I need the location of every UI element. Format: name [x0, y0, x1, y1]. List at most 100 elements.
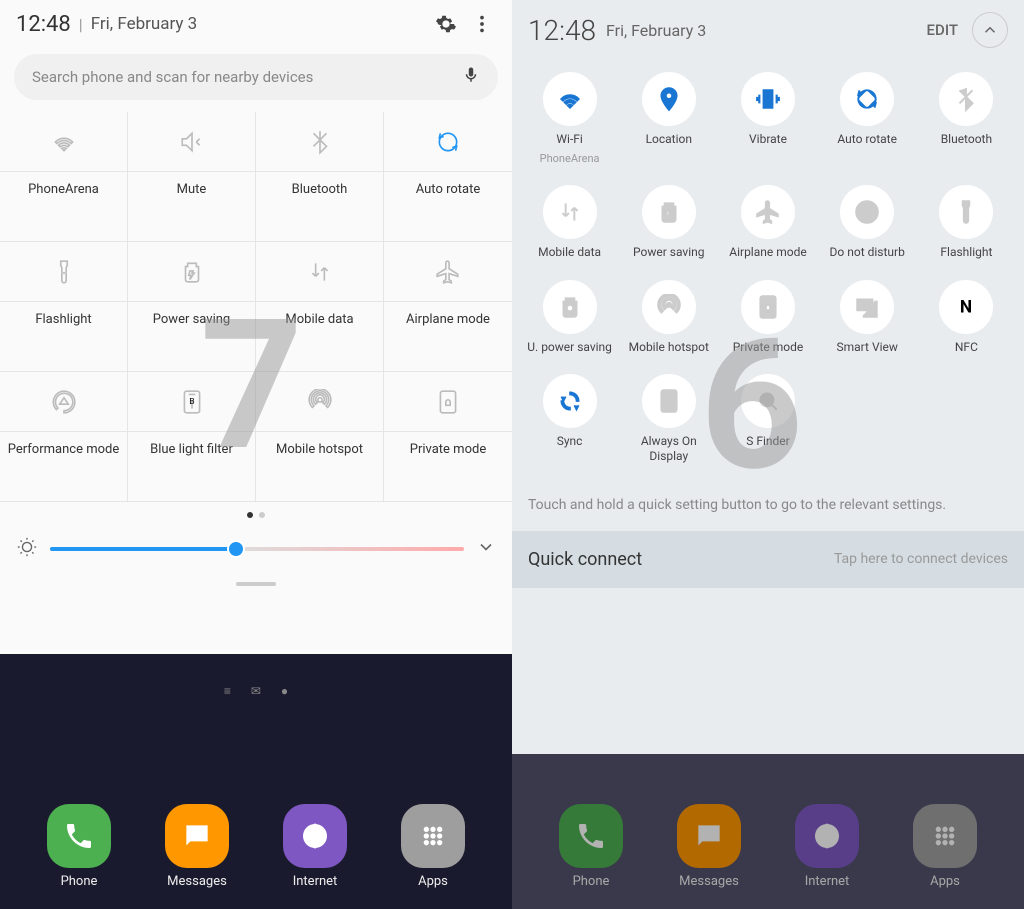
qs-tile-location[interactable]: Location [619, 64, 718, 177]
clock-time: 12:48 [16, 12, 71, 37]
dock-apps[interactable]: Apps [913, 804, 977, 889]
qs-tile-flashlight[interactable]: Flashlight [917, 177, 1016, 271]
qs-tile-label: Wi-Fi [556, 132, 582, 146]
status-header: 12:48 Fri, February 3 EDIT [512, 0, 1024, 60]
qs-tile-mobiledata[interactable]: Mobile data [256, 242, 384, 372]
edit-button[interactable]: EDIT [927, 21, 958, 39]
qs-tile-nfc[interactable]: NNFC [917, 272, 1016, 366]
mobiledata-icon [543, 185, 597, 239]
qs-tile-label: Mobile data [538, 245, 601, 259]
messages-icon [677, 804, 741, 868]
panel-android-7: 12:48 | Fri, February 3 Search phone and… [0, 0, 512, 909]
qs-tile-sync[interactable]: Sync [520, 366, 619, 475]
qs-tile-private[interactable]: Private mode [718, 272, 817, 366]
dock-messages[interactable]: Messages [165, 804, 229, 889]
autorotate-icon [840, 72, 894, 126]
qs-tile-airplane[interactable]: Airplane mode [718, 177, 817, 271]
vibrate-icon [741, 72, 795, 126]
sync-icon [543, 374, 597, 428]
upowersaving-icon [543, 280, 597, 334]
qs-tile-aod[interactable]: Always On Display [619, 366, 718, 475]
qs-tile-mute[interactable]: Mute [128, 112, 256, 242]
collapse-chevron-icon[interactable] [972, 12, 1008, 48]
dock-internet[interactable]: Internet [283, 804, 347, 889]
flashlight-icon [939, 185, 993, 239]
qs-tile-vibrate[interactable]: Vibrate [718, 64, 817, 177]
qs-tile-label: S Finder [746, 434, 789, 448]
internet-icon [795, 804, 859, 868]
phone-icon [559, 804, 623, 868]
qs-tile-wifi[interactable]: PhoneArena [0, 112, 128, 242]
qs-tile-label: Always On Display [621, 434, 716, 463]
qs-tile-label: Bluetooth [288, 172, 352, 209]
qs-tile-hotspot[interactable]: Mobile hotspot [256, 372, 384, 502]
hotspot-icon [642, 280, 696, 334]
pager-dots[interactable] [0, 502, 512, 528]
quick-connect-subtitle: Tap here to connect devices [834, 551, 1008, 567]
brightness-icon [16, 536, 38, 562]
qs-tile-label: Smart View [837, 340, 898, 354]
qs-tile-label: Blue light filter [146, 432, 237, 469]
more-icon[interactable] [468, 10, 496, 38]
powersaving-icon [642, 185, 696, 239]
dock-phone[interactable]: Phone [47, 804, 111, 889]
qs-tile-bluetooth[interactable]: Bluetooth [917, 64, 1016, 177]
qs-tile-hotspot[interactable]: Mobile hotspot [619, 272, 718, 366]
qs-tile-smartview[interactable]: Smart View [818, 272, 917, 366]
qs-tile-label: Bluetooth [941, 132, 992, 146]
qs-tile-upowersaving[interactable]: U. power saving [520, 272, 619, 366]
mic-icon[interactable] [462, 66, 480, 88]
qs-tile-autorotate[interactable]: Auto rotate [384, 112, 512, 242]
bluetooth-icon [256, 112, 383, 172]
flashlight-icon [0, 242, 127, 302]
powersaving-icon [128, 242, 255, 302]
qs-tile-bluetooth[interactable]: Bluetooth [256, 112, 384, 242]
qs-tile-performance[interactable]: Performance mode [0, 372, 128, 502]
qs-tile-label: Mobile hotspot [629, 340, 709, 354]
qs-tile-dnd[interactable]: Do not disturb [818, 177, 917, 271]
qs-tile-mobiledata[interactable]: Mobile data [520, 177, 619, 271]
dock-apps[interactable]: Apps [401, 804, 465, 889]
dock-internet[interactable]: Internet [795, 804, 859, 889]
expand-chevron-icon[interactable] [476, 537, 496, 561]
smartview-icon [840, 280, 894, 334]
clock-date: Fri, February 3 [91, 14, 198, 34]
qs-tile-label: Sync [557, 434, 583, 448]
svg-text:N: N [960, 297, 972, 317]
qs-tile-sfinder[interactable]: S Finder [718, 366, 817, 475]
brightness-slider[interactable] [50, 547, 464, 551]
qs-tile-label: Location [646, 132, 692, 146]
qs-tile-label: Mute [173, 172, 211, 209]
wifi-icon [0, 112, 127, 172]
brightness-row [0, 528, 512, 578]
pager-dot [259, 512, 265, 518]
bluetooth-icon [939, 72, 993, 126]
quick-connect-bar[interactable]: Quick connect Tap here to connect device… [512, 531, 1024, 588]
aod-icon [642, 374, 696, 428]
performance-icon [0, 372, 127, 432]
dock-label: Internet [293, 874, 338, 889]
apps-icon [913, 804, 977, 868]
dock: Phone Messages Internet Apps [512, 794, 1024, 899]
qs-tile-bluelight[interactable]: BBlue light filter [128, 372, 256, 502]
qs-tile-flashlight[interactable]: Flashlight [0, 242, 128, 372]
qs-tile-powersaving[interactable]: Power saving [128, 242, 256, 372]
search-placeholder: Search phone and scan for nearby devices [32, 68, 462, 86]
private-icon [384, 372, 512, 432]
qs-tile-private[interactable]: Private mode [384, 372, 512, 502]
qs-tile-autorotate[interactable]: Auto rotate [818, 64, 917, 177]
settings-gear-icon[interactable] [432, 10, 460, 38]
qs-tile-airplane[interactable]: Airplane mode [384, 242, 512, 372]
qs-tile-label: Mobile hotspot [272, 432, 367, 469]
dock-messages[interactable]: Messages [677, 804, 741, 889]
qs-tile-label: Vibrate [749, 132, 787, 146]
qs-tile-powersaving[interactable]: Power saving [619, 177, 718, 271]
drag-handle[interactable] [236, 582, 276, 586]
bluelight-icon: B [128, 372, 255, 432]
dock-phone[interactable]: Phone [559, 804, 623, 889]
slider-thumb[interactable] [227, 540, 245, 558]
qs-tile-label: Flashlight [940, 245, 992, 259]
qs-tile-wifi[interactable]: Wi-FiPhoneArena [520, 64, 619, 177]
private-icon [741, 280, 795, 334]
search-bar[interactable]: Search phone and scan for nearby devices [14, 54, 498, 100]
